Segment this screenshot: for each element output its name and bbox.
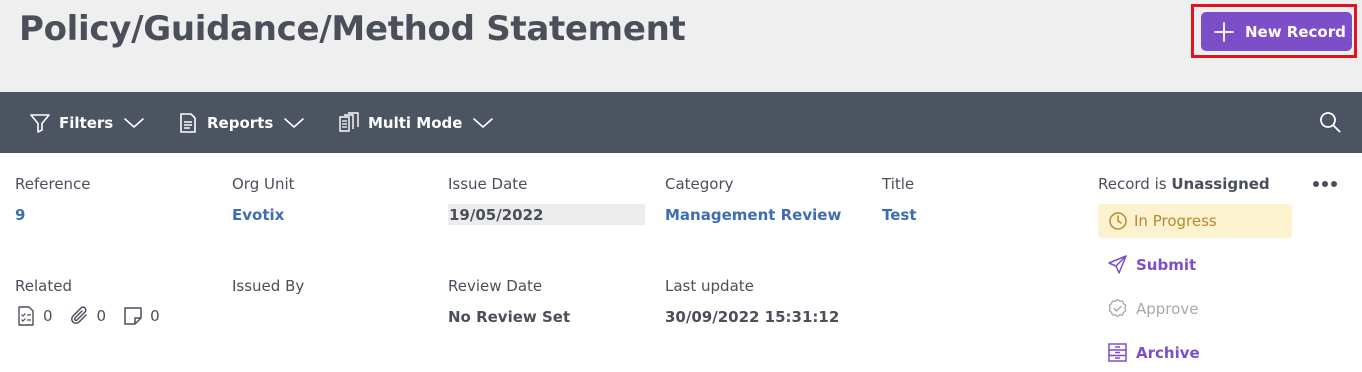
filters-menu[interactable]: Filters — [29, 92, 145, 153]
submit-label: Submit — [1136, 255, 1197, 274]
toolbar: Filters Reports Multi Mode — [0, 92, 1362, 153]
last-update-label: Last update — [665, 277, 754, 295]
title-value[interactable]: Test — [882, 206, 917, 224]
filters-label: Filters — [59, 113, 114, 132]
new-record-label: New Record — [1245, 22, 1346, 41]
archive-button[interactable]: Archive — [1107, 342, 1200, 363]
multi-mode-label: Multi Mode — [368, 113, 463, 132]
related-notes[interactable]: 0 — [122, 305, 160, 327]
send-icon — [1108, 255, 1127, 274]
review-date-value: No Review Set — [448, 308, 571, 326]
reference-label: Reference — [15, 175, 91, 193]
filter-icon — [30, 113, 50, 133]
issue-date-label: Issue Date — [448, 175, 528, 193]
chevron-down-icon — [124, 117, 145, 128]
last-update-value: 30/09/2022 15:31:12 — [665, 308, 840, 326]
archive-icon — [1108, 343, 1127, 362]
related-label: Related — [15, 277, 72, 295]
issue-date-value: 19/05/2022 — [449, 206, 544, 224]
checklists-count: 0 — [43, 307, 53, 325]
multi-mode-menu[interactable]: Multi Mode — [338, 92, 494, 153]
approve-button[interactable]: Approve — [1107, 298, 1198, 319]
multi-files-icon — [339, 111, 359, 132]
submit-button[interactable]: Submit — [1107, 254, 1196, 275]
org-unit-value[interactable]: Evotix — [232, 206, 284, 224]
plus-icon — [1214, 21, 1234, 42]
assignment-prefix: Record is — [1098, 175, 1167, 193]
notes-count: 0 — [150, 307, 160, 325]
more-dots-icon[interactable] — [1312, 176, 1338, 192]
search-icon[interactable] — [1318, 110, 1342, 134]
title-label: Title — [882, 175, 915, 193]
note-icon — [124, 307, 142, 325]
page-title: Policy/Guidance/Method Statement — [19, 9, 686, 49]
category-value[interactable]: Management Review — [665, 206, 841, 224]
clock-icon — [1109, 212, 1127, 230]
status-badge: In Progress — [1098, 204, 1292, 238]
document-icon — [180, 112, 196, 133]
category-label: Category — [665, 175, 734, 193]
assignment-value: Unassigned — [1171, 175, 1270, 193]
related-attachments[interactable]: 0 — [69, 305, 107, 327]
review-date-label: Review Date — [448, 277, 543, 295]
reports-menu[interactable]: Reports — [177, 92, 305, 153]
related-items: 0 0 0 — [15, 305, 176, 327]
status-label: In Progress — [1134, 212, 1217, 230]
reports-label: Reports — [207, 113, 274, 132]
archive-label: Archive — [1136, 343, 1200, 362]
approve-label: Approve — [1136, 299, 1199, 318]
reference-value[interactable]: 9 — [15, 206, 25, 224]
related-checklists[interactable]: 0 — [15, 305, 53, 327]
chevron-down-icon — [284, 117, 305, 128]
attachments-count: 0 — [96, 307, 107, 325]
badge-check-icon — [1108, 298, 1127, 318]
issued-by-label: Issued By — [232, 277, 305, 295]
checklist-icon — [18, 306, 34, 326]
page-header: Policy/Guidance/Method Statement New Rec… — [0, 0, 1362, 92]
org-unit-label: Org Unit — [232, 175, 295, 193]
assignment-status: Record is Unassigned — [1098, 175, 1270, 193]
chevron-down-icon — [473, 117, 494, 128]
paperclip-icon — [70, 306, 87, 324]
new-record-button[interactable]: New Record — [1201, 12, 1352, 51]
